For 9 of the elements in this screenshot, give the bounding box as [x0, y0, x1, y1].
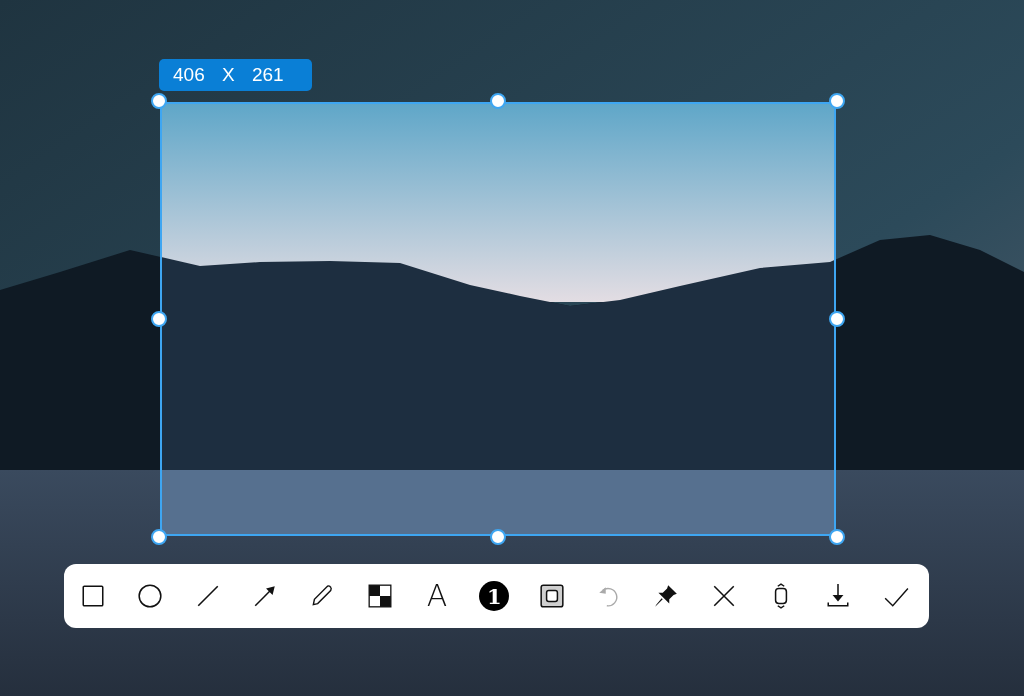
- download-icon: [825, 583, 852, 609]
- selection-frame[interactable]: [160, 102, 836, 536]
- number-tool-button[interactable]: 1: [479, 581, 510, 611]
- size-label: 406 X 261: [159, 59, 312, 91]
- rectangle-icon: [80, 583, 106, 609]
- mosaic-icon: [366, 583, 393, 609]
- frame-icon: [538, 583, 565, 609]
- text-tool-button[interactable]: A: [422, 581, 453, 611]
- circle-icon: [137, 583, 164, 609]
